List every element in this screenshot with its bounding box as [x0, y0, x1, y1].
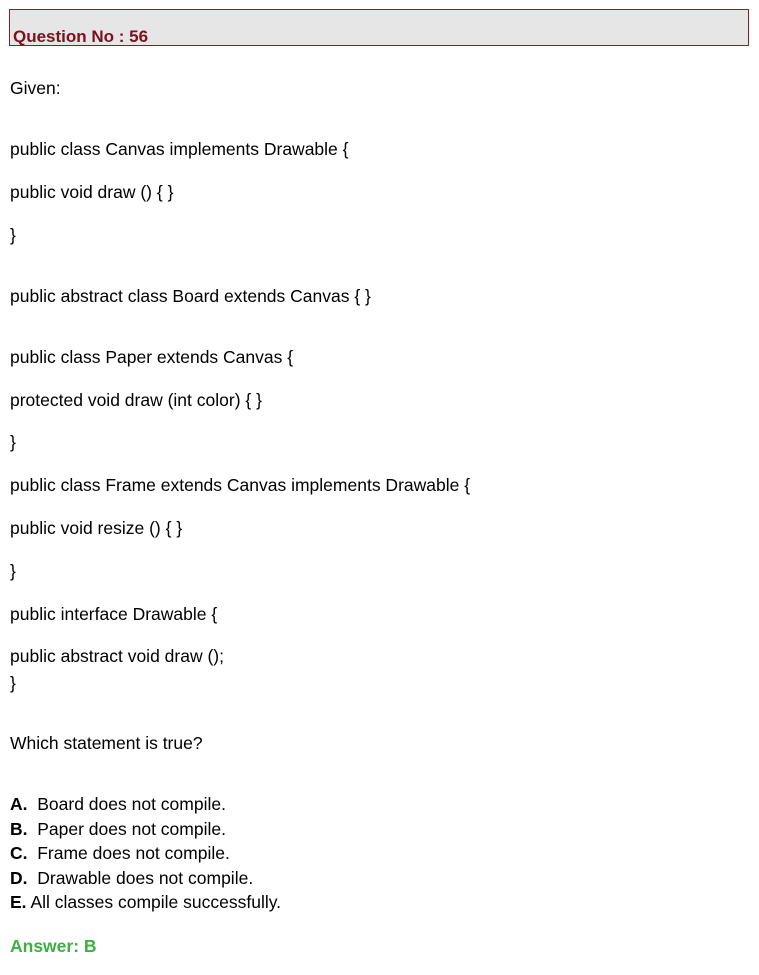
code-line: protected void draw (int color) { } — [10, 390, 262, 410]
code-line: public void resize () { } — [10, 518, 183, 538]
code-line: } — [10, 432, 16, 452]
code-line: public abstract void draw (); — [10, 646, 224, 666]
option-text: Drawable does not compile. — [37, 868, 254, 888]
code-line: public class Canvas implements Drawable … — [10, 139, 349, 159]
option-e: E. All classes compile successfully. — [10, 892, 281, 912]
option-letter: C. — [10, 843, 28, 863]
option-text: Board does not compile. — [37, 794, 226, 814]
question-header: Question No : 56 — [9, 9, 749, 46]
code-line: public abstract class Board extends Canv… — [10, 286, 371, 306]
code-line: public void draw () { } — [10, 182, 174, 202]
option-b: B. Paper does not compile. — [10, 819, 226, 839]
code-line: } — [10, 225, 16, 245]
option-letter: A. — [10, 794, 28, 814]
intro-text: Given: — [10, 78, 61, 98]
option-d: D. Drawable does not compile. — [10, 868, 253, 888]
option-text: Frame does not compile. — [37, 843, 230, 863]
code-line: public interface Drawable { — [10, 604, 218, 624]
option-text: All classes compile successfully. — [30, 892, 282, 912]
option-letter: B. — [10, 819, 28, 839]
code-line: public class Frame extends Canvas implem… — [10, 475, 471, 495]
question-text: Which statement is true? — [10, 733, 203, 753]
option-a: A. Board does not compile. — [10, 794, 226, 814]
option-letter: D. — [10, 868, 28, 888]
answer-text: Answer: B — [10, 936, 97, 956]
question-title: Question No : 56 — [13, 27, 149, 46]
option-text: Paper does not compile. — [37, 819, 226, 839]
code-line: public class Paper extends Canvas { — [10, 347, 294, 367]
option-letter: E. — [10, 892, 27, 912]
code-line: } — [10, 673, 16, 693]
option-c: C. Frame does not compile. — [10, 843, 230, 863]
code-line: } — [10, 561, 16, 581]
